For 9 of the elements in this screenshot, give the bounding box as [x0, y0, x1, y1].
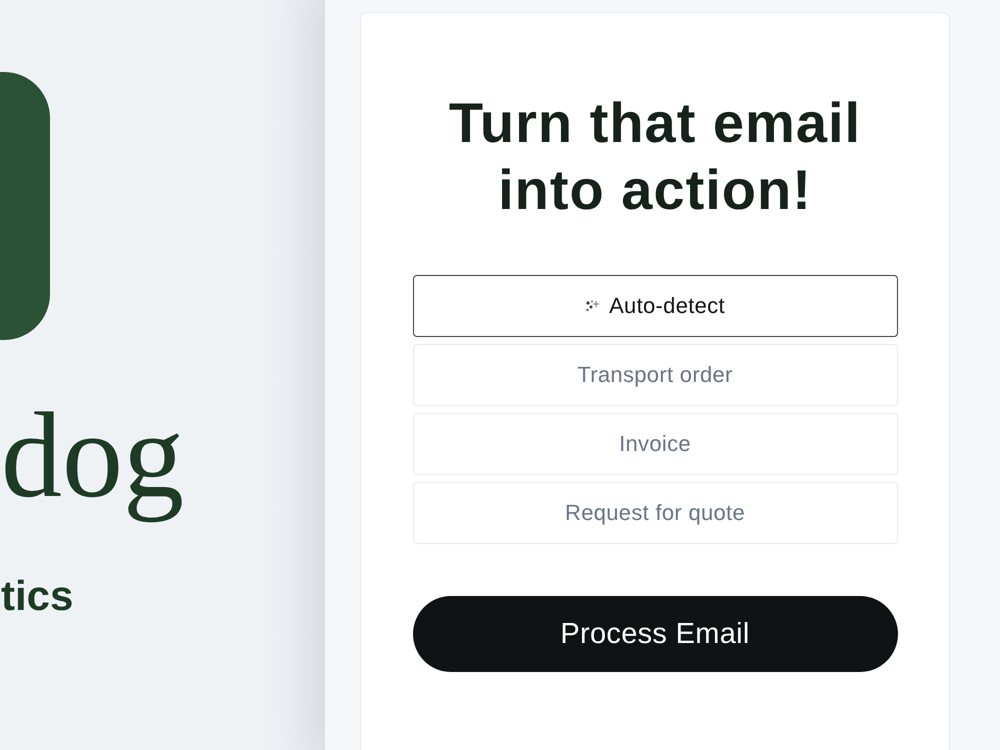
tagline: tics	[0, 570, 74, 620]
option-button[interactable]: Transport order	[412, 344, 898, 406]
sparkle-icon	[585, 299, 602, 313]
process-email-button[interactable]: Process Email	[412, 596, 898, 672]
option-button[interactable]: Request for quote	[412, 482, 898, 544]
heading: Turn that email into action!	[448, 90, 862, 223]
option-button[interactable]: Invoice	[412, 413, 898, 475]
logo-wordmark: dog	[0, 387, 184, 525]
option-button[interactable]: Auto-detect	[412, 275, 898, 337]
